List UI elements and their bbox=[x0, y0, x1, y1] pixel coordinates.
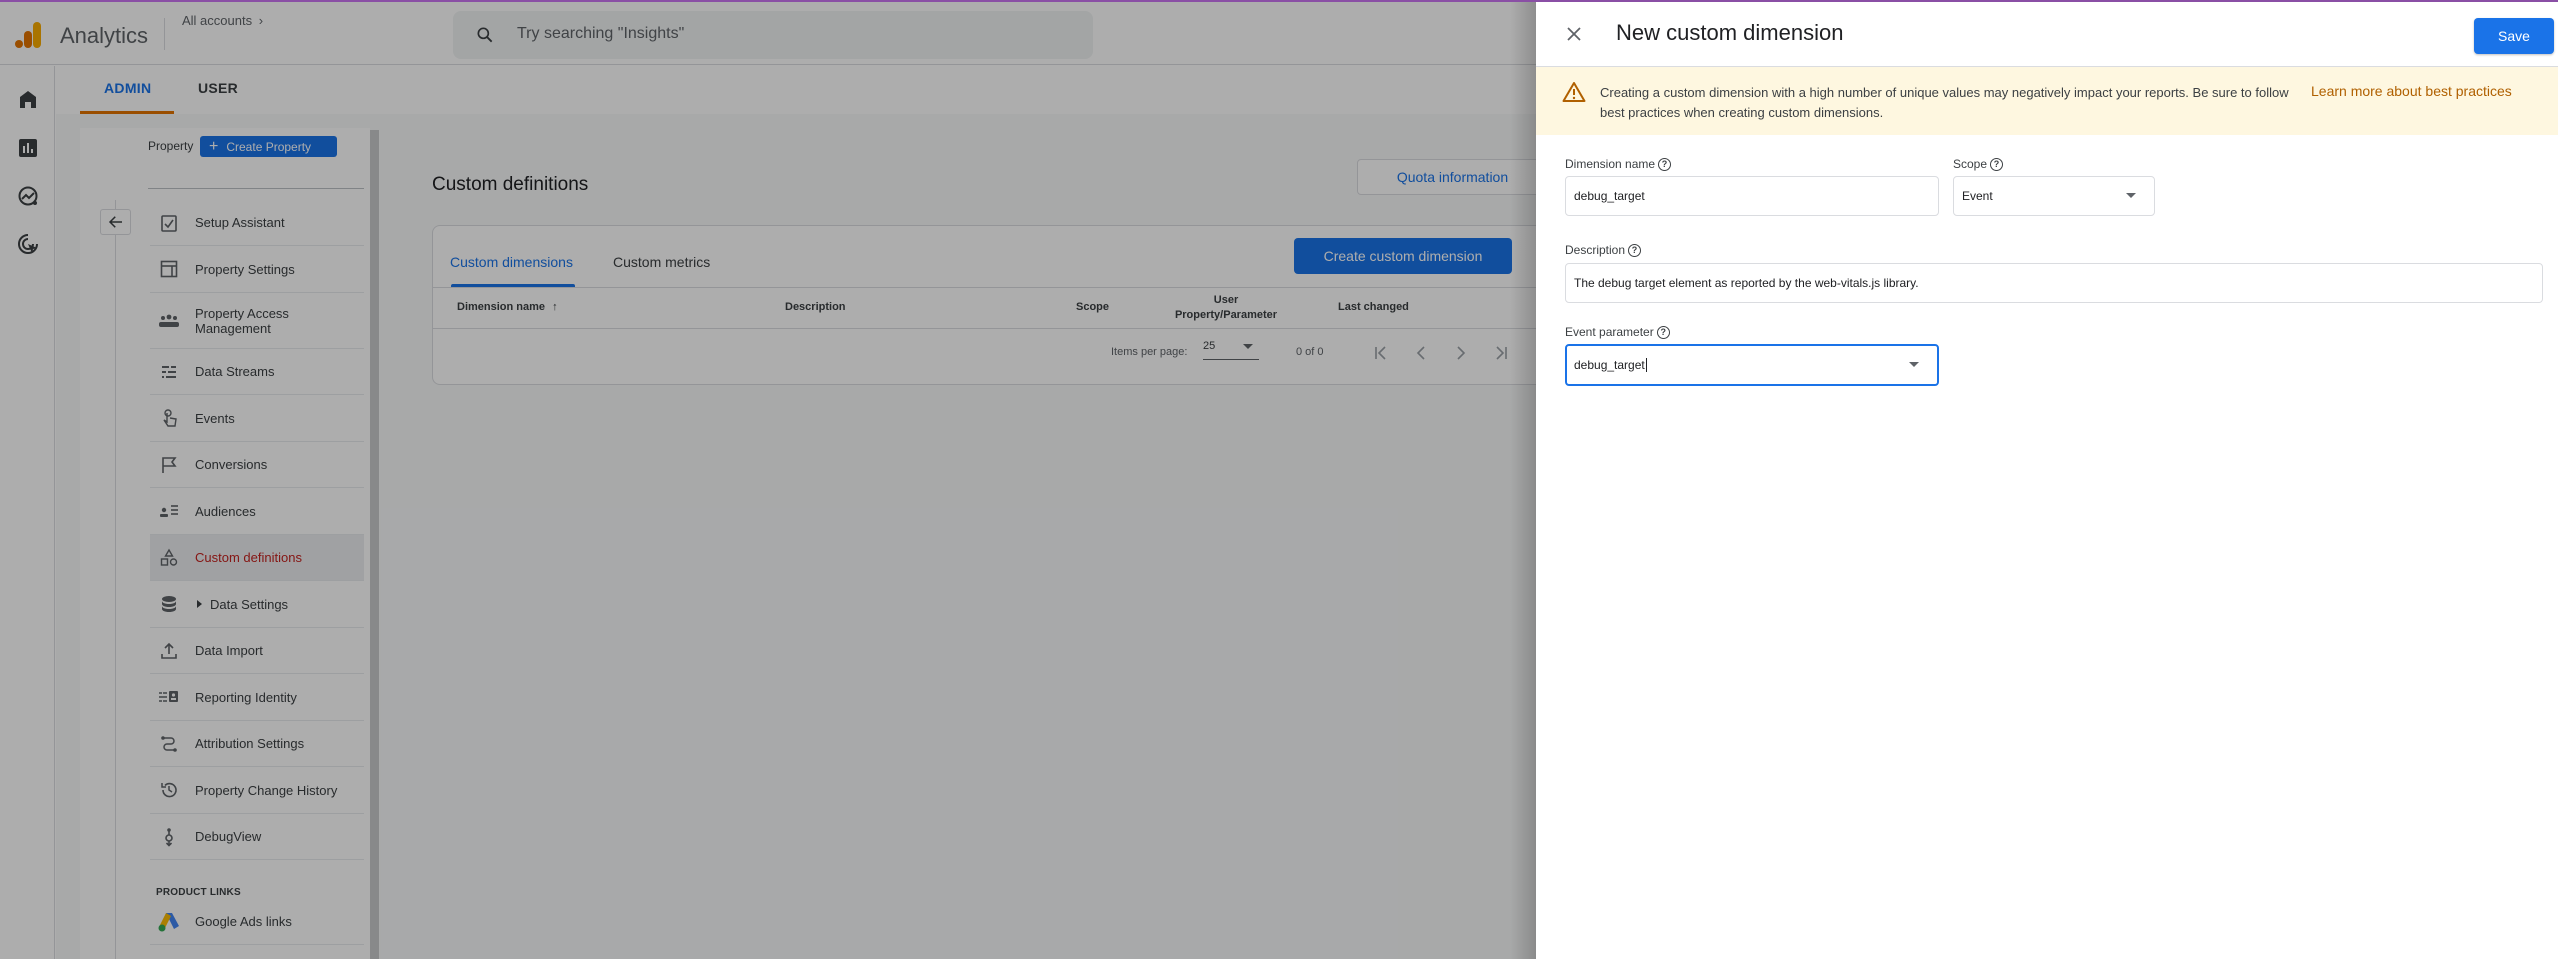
warning-text: Creating a custom dimension with a high … bbox=[1600, 85, 2289, 120]
drawer-shadow bbox=[1510, 2, 1536, 959]
scope-select[interactable]: Event bbox=[1953, 176, 2155, 216]
close-icon[interactable] bbox=[1564, 24, 1584, 44]
input-value: The debug target element as reported by … bbox=[1574, 276, 1919, 290]
help-icon[interactable]: ? bbox=[1628, 243, 1642, 257]
save-button[interactable]: Save bbox=[2474, 18, 2554, 54]
dropdown-caret-icon bbox=[1909, 362, 1919, 367]
label-text: Scope bbox=[1953, 157, 1988, 171]
label-text: Description bbox=[1565, 243, 1626, 257]
new-custom-dimension-drawer: New custom dimension Save Creating a cus… bbox=[1536, 2, 2558, 959]
select-value: Event bbox=[1962, 189, 1993, 203]
warning-icon bbox=[1562, 82, 1586, 102]
label-text: Event parameter bbox=[1565, 325, 1654, 339]
input-value: debug_target bbox=[1574, 358, 1645, 372]
drawer-title: New custom dimension bbox=[1616, 20, 1844, 45]
warning-banner: Creating a custom dimension with a high … bbox=[1536, 67, 2558, 135]
label-text: Dimension name bbox=[1565, 157, 1656, 171]
browser-top-strip bbox=[0, 0, 2558, 2]
dropdown-caret-icon bbox=[2126, 193, 2136, 198]
dimension-name-input[interactable]: debug_target bbox=[1565, 176, 1939, 216]
scope-label: Scope ? bbox=[1953, 157, 2004, 171]
modal-scrim[interactable] bbox=[0, 2, 1536, 959]
help-icon[interactable]: ? bbox=[1990, 157, 2004, 171]
dimension-name-label: Dimension name ? bbox=[1565, 157, 1672, 171]
learn-more-link[interactable]: Learn more about best practices bbox=[2311, 83, 2512, 99]
description-label: Description ? bbox=[1565, 243, 1642, 257]
help-icon[interactable]: ? bbox=[1656, 325, 1670, 339]
event-parameter-label: Event parameter ? bbox=[1565, 325, 1670, 339]
text-cursor bbox=[1645, 358, 1647, 372]
event-parameter-combobox[interactable]: debug_target bbox=[1565, 344, 1939, 386]
input-value: debug_target bbox=[1574, 189, 1645, 203]
description-input[interactable]: The debug target element as reported by … bbox=[1565, 263, 2543, 303]
help-icon[interactable]: ? bbox=[1658, 157, 1672, 171]
